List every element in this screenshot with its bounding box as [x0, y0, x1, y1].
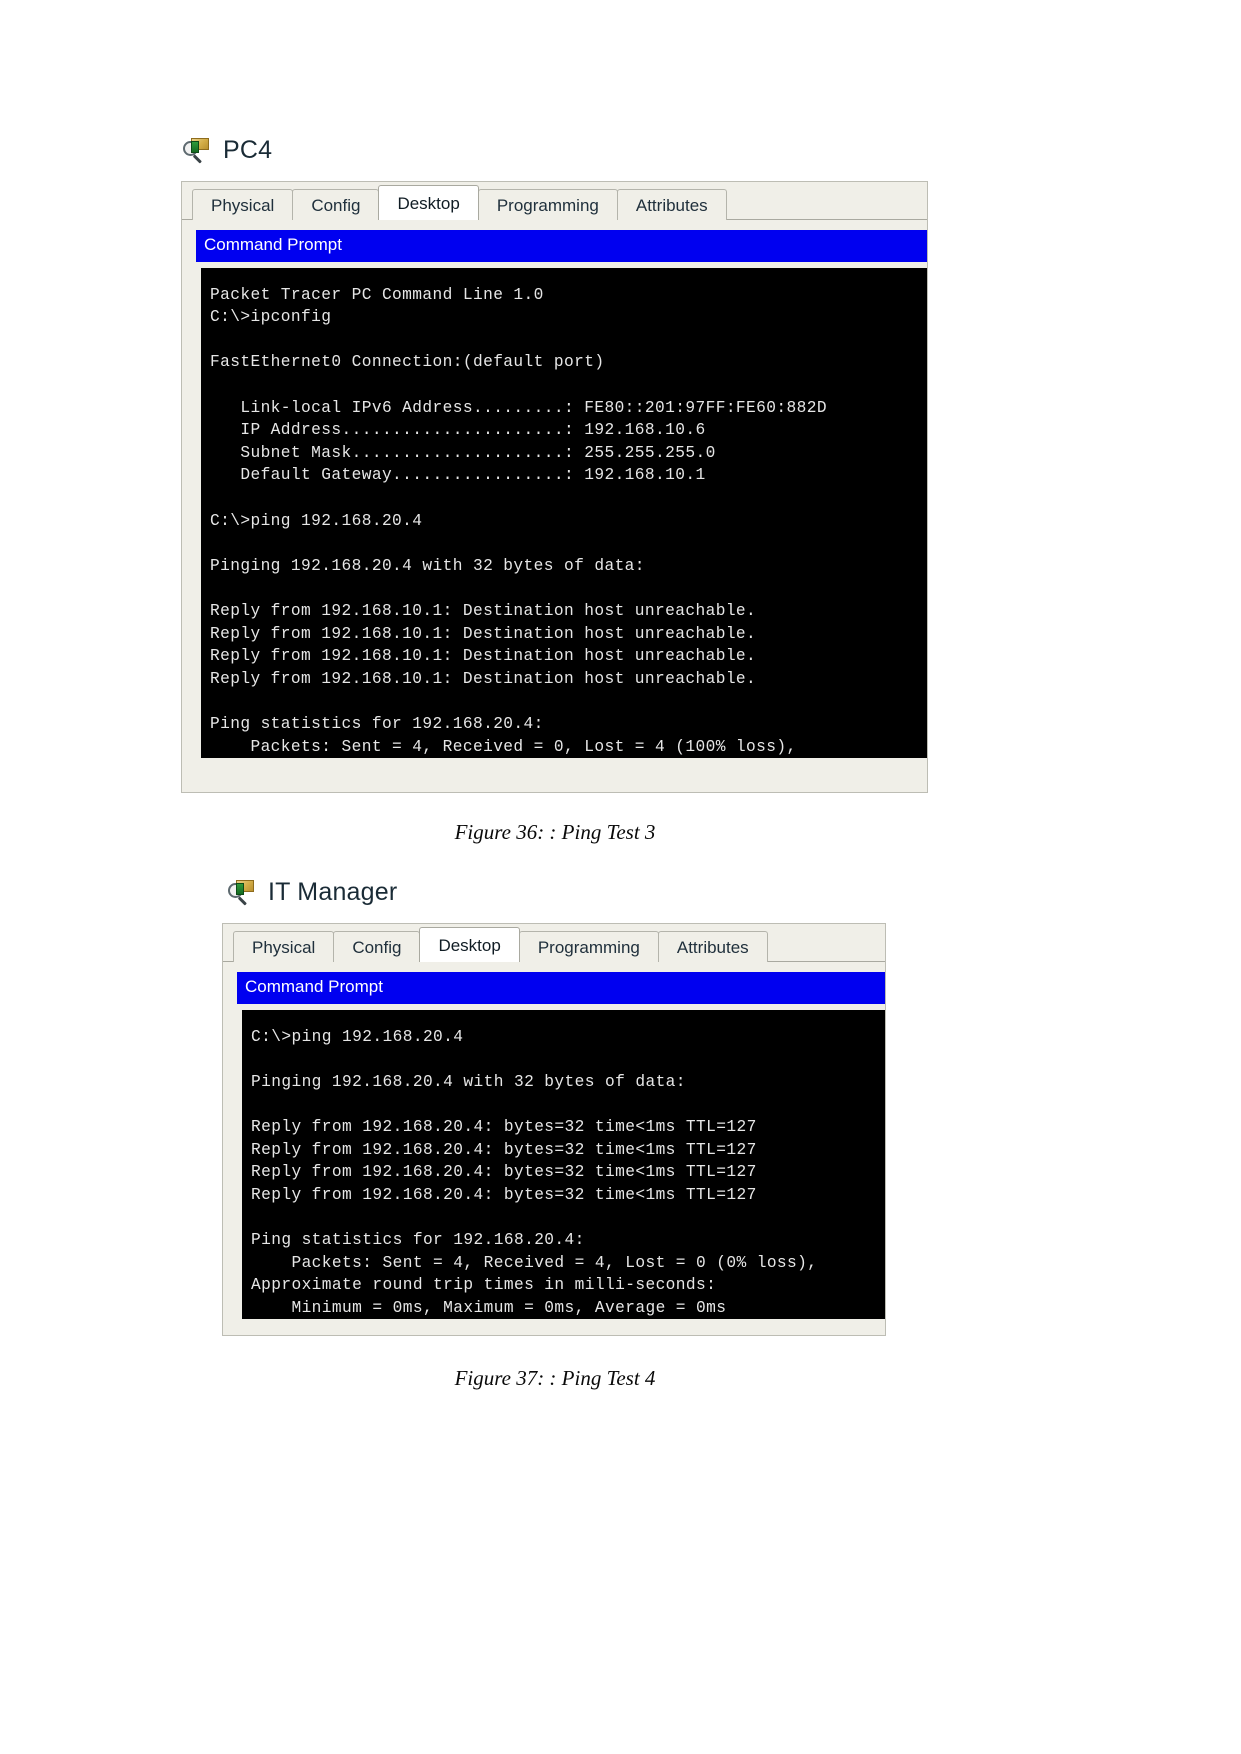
- terminal-line: Default Gateway.................: 192.16…: [210, 466, 706, 485]
- tab-desktop[interactable]: Desktop: [378, 185, 479, 220]
- figure-caption-37: Figure 37: : Ping Test 4: [454, 1366, 656, 1390]
- terminal-line: Approximate round trip times in milli-se…: [251, 1276, 717, 1295]
- tab-physical[interactable]: Physical: [192, 189, 294, 220]
- figure-caption-36: Figure 36: : Ping Test 3: [454, 820, 656, 844]
- terminal-line: Ping statistics for 192.168.20.4:: [210, 714, 544, 733]
- tab-attributes[interactable]: Attributes: [657, 931, 768, 962]
- terminal-line: Reply from 192.168.20.4: bytes=32 time<1…: [251, 1118, 757, 1137]
- desktop-panel: Command Prompt C:\>ping 192.168.20.4 Ping…: [223, 962, 885, 1320]
- command-prompt-titlebar: Command Prompt: [237, 972, 885, 1004]
- terminal-line: Pinging 192.168.20.4 with 32 bytes of da…: [210, 556, 645, 575]
- terminal-output[interactable]: Packet Tracer PC Command Line 1.0 C:\>ipc…: [201, 267, 927, 759]
- terminal-line: Reply from 192.168.10.1: Destination hos…: [210, 647, 757, 666]
- device-window-pc4: Physical Config Desktop Programming Attr…: [181, 181, 928, 793]
- tab-strip: Physical Config Desktop Programming Attr…: [223, 924, 885, 962]
- device-window-it-manager: Physical Config Desktop Programming Attr…: [222, 923, 886, 1336]
- terminal-line: Packets: Sent = 4, Received = 4, Lost = …: [251, 1253, 818, 1272]
- terminal-line: C:\>ping 192.168.20.4: [251, 1027, 464, 1046]
- terminal-line: IP Address......................: 192.16…: [210, 421, 706, 440]
- terminal-line: FastEthernet0 Connection:(default port): [210, 353, 605, 372]
- tab-physical[interactable]: Physical: [233, 931, 335, 962]
- terminal-line: Subnet Mask.....................: 255.25…: [210, 443, 716, 462]
- terminal-output[interactable]: C:\>ping 192.168.20.4 Pinging 192.168.20.…: [242, 1009, 885, 1320]
- console-area: C:\>ping 192.168.20.4 Pinging 192.168.20.…: [237, 1003, 885, 1320]
- device-name-label: IT Manager: [268, 877, 398, 906]
- desktop-panel: Command Prompt Packet Tracer PC Command …: [182, 220, 927, 759]
- terminal-line: Packets: Sent = 4, Received = 0, Lost = …: [210, 737, 797, 756]
- packet-tracer-pc-magnifier-icon: [228, 877, 258, 907]
- terminal-line: Reply from 192.168.20.4: bytes=32 time<1…: [251, 1140, 757, 1159]
- terminal-line: Reply from 192.168.20.4: bytes=32 time<1…: [251, 1163, 757, 1182]
- tab-attributes[interactable]: Attributes: [616, 189, 727, 220]
- tab-programming[interactable]: Programming: [477, 189, 618, 220]
- tab-config[interactable]: Config: [333, 931, 421, 962]
- terminal-line: Reply from 192.168.10.1: Destination hos…: [210, 669, 757, 688]
- tab-desktop[interactable]: Desktop: [419, 927, 520, 962]
- terminal-line: Link-local IPv6 Address.........: FE80::…: [210, 398, 827, 417]
- terminal-line: Ping statistics for 192.168.20.4:: [251, 1231, 585, 1250]
- terminal-line: Pinging 192.168.20.4 with 32 bytes of da…: [251, 1072, 686, 1091]
- terminal-line: Reply from 192.168.10.1: Destination hos…: [210, 624, 757, 643]
- console-area: Packet Tracer PC Command Line 1.0 C:\>ipc…: [196, 261, 927, 759]
- terminal-line: Reply from 192.168.10.1: Destination hos…: [210, 602, 757, 620]
- device-title-it-manager: IT Manager: [228, 877, 397, 907]
- terminal-line: Packet Tracer PC Command Line 1.0: [210, 285, 544, 304]
- device-name-label: PC4: [223, 135, 273, 164]
- tab-strip: Physical Config Desktop Programming Attr…: [182, 182, 927, 220]
- terminal-line: C:\>ping 192.168.20.4: [210, 511, 423, 530]
- command-prompt-titlebar: Command Prompt: [196, 230, 927, 262]
- tab-programming[interactable]: Programming: [518, 931, 659, 962]
- tab-config[interactable]: Config: [292, 189, 380, 220]
- terminal-line: C:\>ipconfig: [210, 308, 332, 327]
- terminal-line: Minimum = 0ms, Maximum = 0ms, Average = …: [251, 1298, 727, 1317]
- terminal-line: Reply from 192.168.20.4: bytes=32 time<1…: [251, 1185, 757, 1204]
- packet-tracer-pc-magnifier-icon: [183, 135, 213, 165]
- device-title-pc4: PC4: [183, 135, 272, 165]
